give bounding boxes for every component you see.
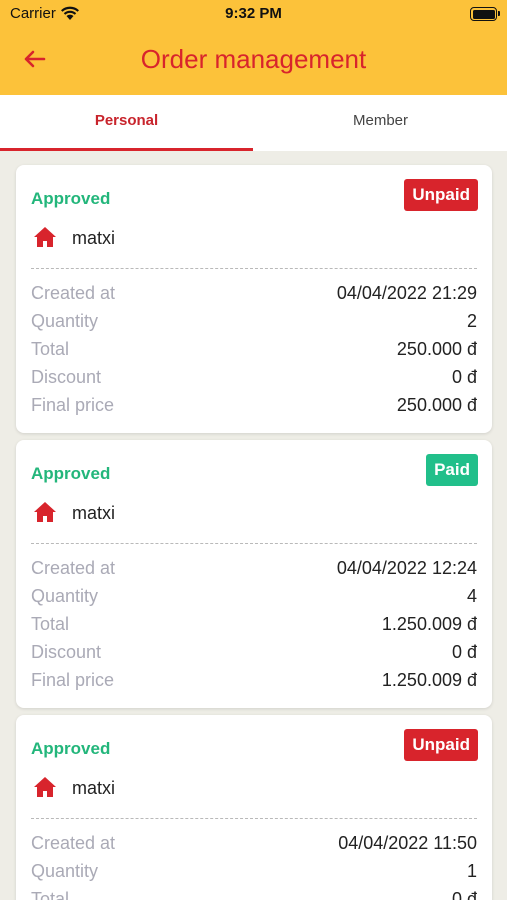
created-at-value: 04/04/2022 12:24 (336, 558, 477, 578)
payment-badge: Unpaid (404, 179, 478, 211)
header-bar: Carrier 9:32 PM Order management (0, 0, 507, 95)
order-status: Approved (31, 189, 111, 208)
final-price-value: 250.000 đ (396, 395, 477, 415)
created-at-label: Created at (31, 833, 116, 853)
order-card[interactable]: Approved Unpaid matxi Created at 04/04/2… (16, 715, 492, 900)
divider (31, 818, 477, 819)
quantity-label: Quantity (31, 861, 99, 881)
total-row: Total 250.000 đ (31, 339, 477, 367)
payment-badge: Paid (426, 454, 478, 486)
order-status: Approved (31, 739, 111, 758)
order-status: Approved (31, 464, 111, 483)
shop-name: matxi (72, 778, 116, 798)
final-price-value: 1.250.009 đ (381, 670, 477, 690)
payment-badge: Unpaid (404, 729, 478, 761)
total-label: Total (31, 614, 70, 634)
tab-member[interactable]: Member (254, 95, 507, 151)
quantity-row: Quantity 1 (31, 861, 477, 889)
shop-name: matxi (72, 228, 116, 248)
total-label: Total (31, 339, 70, 359)
divider (31, 543, 477, 544)
home-icon (33, 775, 57, 799)
total-row: Total 1.250.009 đ (31, 614, 477, 642)
shop-name: matxi (72, 503, 116, 523)
total-value: 250.000 đ (396, 339, 477, 359)
quantity-value: 1 (466, 861, 477, 881)
created-at-value: 04/04/2022 11:50 (338, 833, 477, 853)
created-at-label: Created at (31, 558, 116, 578)
discount-row: Discount 0 đ (31, 367, 477, 395)
tab-bar: Personal Member (0, 95, 507, 151)
created-at-row: Created at 04/04/2022 21:29 (31, 283, 477, 311)
quantity-label: Quantity (31, 586, 99, 606)
battery-icon (470, 7, 500, 21)
clock-label: 9:32 PM (225, 5, 282, 22)
status-bar: Carrier 9:32 PM (0, 0, 507, 30)
home-icon (33, 225, 57, 249)
quantity-value: 4 (466, 586, 477, 606)
final-price-label: Final price (31, 395, 115, 415)
quantity-row: Quantity 4 (31, 586, 477, 614)
discount-value: 0 đ (451, 642, 477, 662)
page-title: Order management (140, 44, 367, 74)
total-row: Total 0 đ (31, 889, 477, 900)
total-label: Total (31, 889, 70, 900)
created-at-row: Created at 04/04/2022 11:50 (31, 833, 477, 861)
order-card[interactable]: Approved Paid matxi Created at 04/04/202… (16, 440, 492, 708)
final-price-row: Final price 1.250.009 đ (31, 670, 477, 698)
tab-personal[interactable]: Personal (0, 95, 253, 151)
final-price-row: Final price 250.000 đ (31, 395, 477, 423)
discount-value: 0 đ (451, 367, 477, 387)
home-icon (33, 500, 57, 524)
total-value: 0 đ (451, 889, 477, 900)
created-at-label: Created at (31, 283, 116, 303)
quantity-value: 2 (466, 311, 477, 331)
total-value: 1.250.009 đ (381, 614, 477, 634)
final-price-label: Final price (31, 670, 115, 690)
discount-row: Discount 0 đ (31, 642, 477, 670)
discount-label: Discount (31, 367, 102, 387)
order-card[interactable]: Approved Unpaid matxi Created at 04/04/2… (16, 165, 492, 433)
divider (31, 268, 477, 269)
discount-label: Discount (31, 642, 102, 662)
quantity-label: Quantity (31, 311, 99, 331)
created-at-value: 04/04/2022 21:29 (336, 283, 477, 303)
created-at-row: Created at 04/04/2022 12:24 (31, 558, 477, 586)
quantity-row: Quantity 2 (31, 311, 477, 339)
